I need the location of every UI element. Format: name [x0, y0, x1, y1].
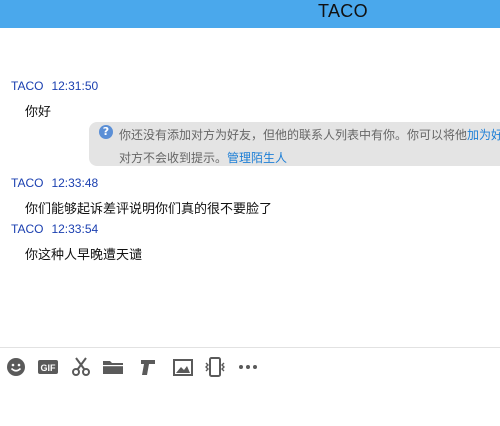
- gif-icon[interactable]: GIF: [37, 356, 59, 378]
- notice-text: 你还没有添加对方为好友，但他的联系人列表中有你。你可以将他: [119, 128, 468, 142]
- chat-history[interactable]: TACO 12:31:50 你好 ? 你还没有添加对方为好友，但他的联系人列表中有…: [0, 28, 500, 346]
- sender-name: TACO: [11, 176, 44, 190]
- sender-name: TACO: [11, 79, 44, 93]
- message-header: TACO 12:31:50: [11, 79, 98, 93]
- chat-title: TACO: [318, 1, 368, 21]
- notice-line-2: 对方不会收到提示。管理陌生人: [119, 149, 287, 166]
- notice-text-2: 对方不会收到提示。: [119, 151, 228, 165]
- message-time: 12:33:48: [51, 176, 99, 190]
- message-text: 你们能够起诉差评说明你们真的很不要脸了: [25, 202, 273, 217]
- folder-icon[interactable]: [102, 356, 124, 378]
- message-time: 12:33:54: [51, 222, 99, 236]
- add-friend-link[interactable]: 加为好友: [467, 128, 500, 142]
- music-note-icon[interactable]: [137, 356, 159, 378]
- shake-phone-icon[interactable]: [204, 356, 226, 378]
- emoji-icon[interactable]: [5, 356, 27, 378]
- message-time: 12:31:50: [51, 79, 99, 93]
- message-input[interactable]: [0, 380, 500, 426]
- message-text: 你这种人早晚遭天谴: [25, 248, 143, 263]
- notice-line-1: 你还没有添加对方为好友，但他的联系人列表中有你。你可以将他加为好友: [119, 126, 500, 143]
- input-divider: [0, 347, 500, 348]
- manage-strangers-link[interactable]: 管理陌生人: [227, 151, 287, 165]
- more-icon[interactable]: [237, 356, 259, 378]
- image-icon[interactable]: [172, 356, 194, 378]
- svg-text:GIF: GIF: [41, 363, 57, 373]
- sender-name: TACO: [11, 222, 44, 236]
- scissors-icon[interactable]: [70, 356, 92, 378]
- message-text: 你好: [25, 105, 52, 120]
- stranger-notice: ? 你还没有添加对方为好友，但他的联系人列表中有你。你可以将他加为好友 对方不会…: [89, 122, 500, 166]
- message-header: TACO 12:33:48: [11, 176, 98, 190]
- input-toolbar: GIF: [0, 356, 500, 378]
- help-icon: ?: [99, 125, 113, 139]
- message-header: TACO 12:33:54: [11, 222, 98, 236]
- title-bar: TACO: [0, 0, 500, 28]
